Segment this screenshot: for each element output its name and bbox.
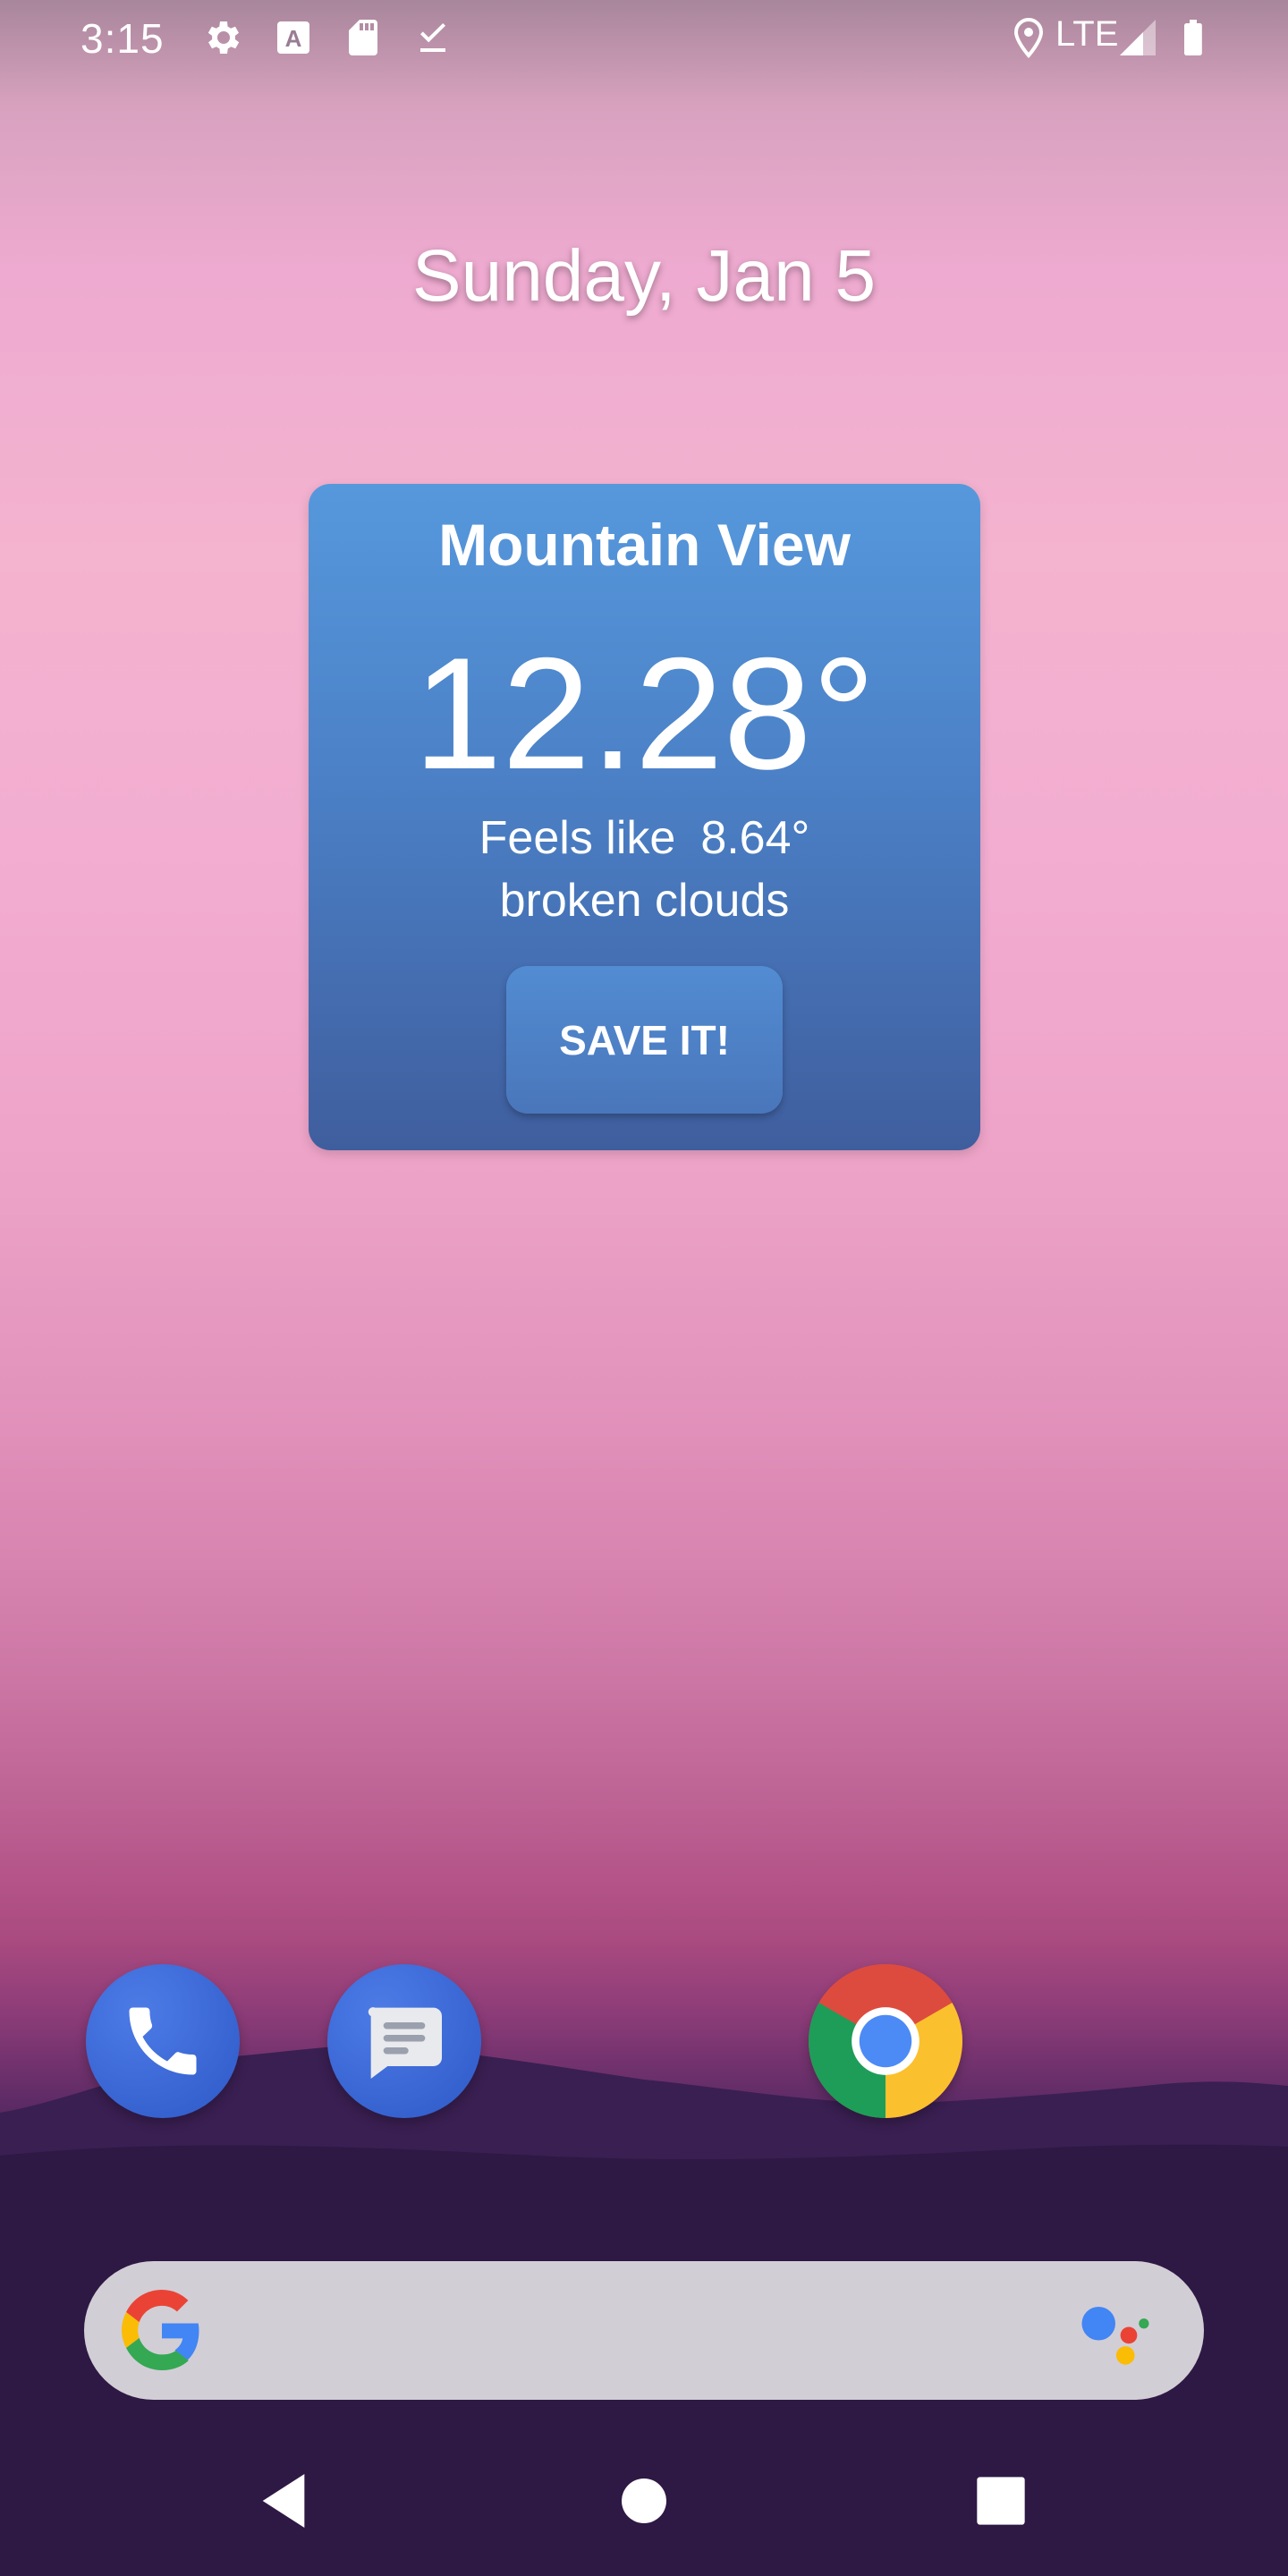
phone-icon [129, 2007, 197, 2075]
network-type: LTE [1055, 14, 1119, 54]
sd-card-icon [349, 20, 377, 55]
chrome-app[interactable] [809, 1964, 962, 2118]
status-bar: 3:15 A LTE [0, 0, 1288, 75]
phone-app[interactable] [86, 1964, 240, 2118]
messages-icon [368, 2007, 442, 2079]
back-icon[interactable] [248, 2465, 319, 2537]
feels-like-label: Feels like [479, 812, 676, 864]
weather-condition: broken clouds [499, 875, 790, 927]
date-label[interactable]: Sunday, Jan 5 [0, 234, 1288, 318]
home-icon[interactable] [608, 2465, 680, 2537]
signal-icon [1120, 20, 1156, 55]
status-time: 3:15 [80, 15, 165, 62]
google-g-icon [122, 2290, 199, 2370]
city-name: Mountain View [438, 512, 851, 578]
weather-widget[interactable]: Mountain View 12.28° Feels like 8.64° bro… [309, 484, 980, 1150]
location-icon [1013, 17, 1044, 59]
download-done-icon [420, 23, 445, 52]
chrome-icon [809, 1964, 962, 2118]
battery-icon [1184, 20, 1202, 55]
feels-like-value: 8.64° [700, 812, 810, 864]
temperature-value: 12.28° [413, 624, 876, 802]
messages-app[interactable] [327, 1964, 481, 2118]
svg-text:A: A [285, 25, 302, 52]
recents-icon[interactable] [965, 2465, 1037, 2537]
google-search-bar[interactable] [84, 2261, 1204, 2400]
settings-icon [208, 21, 240, 54]
save-button[interactable]: SAVE IT! [506, 966, 783, 1114]
home-screen: 3:15 A LTE Sunday, Jan 5 Mountain View 1… [0, 0, 1288, 2576]
google-assistant-icon [1081, 2307, 1149, 2365]
a-notification-icon: A [277, 21, 309, 54]
feels-like-row: Feels like 8.64° [309, 811, 980, 865]
